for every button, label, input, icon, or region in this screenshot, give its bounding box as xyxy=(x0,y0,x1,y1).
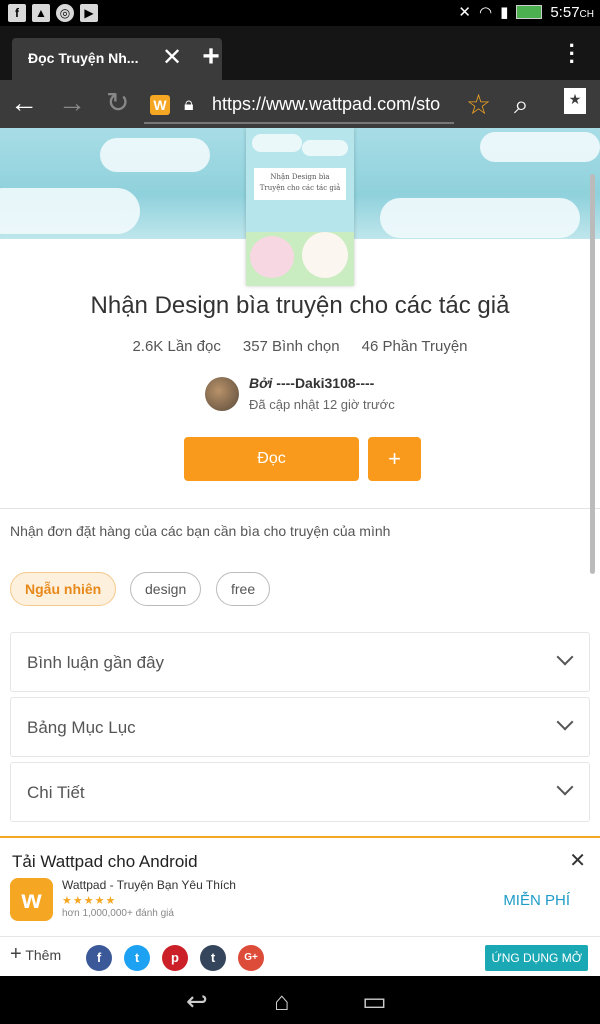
search-icon[interactable]: ⌕ xyxy=(514,89,529,121)
scrollbar[interactable] xyxy=(590,174,595,574)
page-content: Nhận Design bìa Truyện cho các tác giả N… xyxy=(0,128,600,836)
author-avatar[interactable] xyxy=(205,377,239,411)
chrome-icon: ◎ xyxy=(56,4,74,22)
rating-stars: ★★★★★ xyxy=(62,895,117,907)
parts-count: 46 Phần Truyện xyxy=(361,338,468,355)
chevron-down-icon xyxy=(556,648,574,666)
reads-count: 2.6K Lần đọc xyxy=(132,338,221,355)
close-icon[interactable]: ✕ xyxy=(569,848,586,873)
details-section[interactable]: Chi Tiết xyxy=(10,762,590,822)
bookmarks-icon[interactable]: ★ xyxy=(564,88,586,114)
votes-count: 357 Bình chọn xyxy=(242,338,340,355)
updated-time: Đã cập nhật 12 giờ trước xyxy=(249,397,395,412)
wifi-icon: ◠ xyxy=(478,4,493,21)
chevron-down-icon xyxy=(556,713,574,731)
back-arrow-icon[interactable]: ← xyxy=(10,88,38,118)
address-input[interactable]: https://www.wattpad.com/sto xyxy=(212,94,456,115)
story-title: Nhận Design bìa truyện cho các tác giả xyxy=(90,292,510,319)
divider xyxy=(0,508,600,509)
story-stats: 2.6K Lần đọc 357 Bình chọn 46 Phần Truyệ… xyxy=(0,338,600,355)
tumblr-icon[interactable]: t xyxy=(200,945,226,971)
wattpad-logo-icon[interactable]: w xyxy=(10,878,53,921)
system-nav-bar: ↩ ⌂ ▭ xyxy=(0,976,600,1024)
read-button[interactable]: Đọc xyxy=(184,437,359,481)
facebook-icon: f xyxy=(8,4,26,22)
back-icon[interactable]: ↩ xyxy=(186,986,208,1017)
google-plus-icon[interactable]: G+ xyxy=(238,945,264,971)
story-cover[interactable]: Nhận Design bìa Truyện cho các tác giả xyxy=(246,128,354,286)
cover-line-2: Truyện cho các tác giả xyxy=(259,184,341,192)
more-share-button[interactable]: + Thêm xyxy=(10,944,62,964)
author-name[interactable]: Bởi ----Daki3108---- xyxy=(249,375,374,391)
tab-title: Đọc Truyện Nh... xyxy=(28,50,139,66)
home-icon[interactable]: ⌂ xyxy=(274,986,290,1017)
section-label: Bảng Mục Lục xyxy=(27,718,136,737)
lock-icon: 🔒︎ xyxy=(184,94,194,114)
divider xyxy=(0,936,600,937)
star-icon[interactable]: ☆ xyxy=(466,88,491,121)
new-tab-button[interactable]: + xyxy=(186,36,236,80)
story-description: Nhận đơn đặt hàng của các bạn cần bìa ch… xyxy=(10,523,391,539)
author-prefix: Bởi xyxy=(249,375,273,391)
pink-sheep-image xyxy=(250,236,294,278)
cover-line-1: Nhận Design bìa xyxy=(270,173,330,181)
url-bar: ← → ↻ W 🔒︎ https://www.wattpad.com/sto ☆… xyxy=(0,80,600,128)
app-name: Wattpad - Truyện Bạn Yêu Thích xyxy=(62,878,236,892)
tag-random[interactable]: Ngẫu nhiên xyxy=(10,572,117,606)
forward-arrow-icon[interactable]: → xyxy=(58,88,86,118)
battery-icon xyxy=(516,5,543,19)
pinterest-icon[interactable]: p xyxy=(162,945,188,971)
facebook-icon[interactable]: f xyxy=(86,945,112,971)
recent-comments-section[interactable]: Bình luận gần đây xyxy=(10,632,590,692)
twitter-icon[interactable]: t xyxy=(124,945,150,971)
table-of-contents-section[interactable]: Bảng Mục Lục xyxy=(10,697,590,757)
more-label: Thêm xyxy=(25,947,62,963)
free-download-button[interactable]: MIỄN PHÍ xyxy=(503,892,570,909)
recent-apps-icon[interactable]: ▭ xyxy=(362,986,387,1017)
promo-title: Tải Wattpad cho Android xyxy=(12,852,198,871)
cover-label: Nhận Design bìa Truyện cho các tác giả xyxy=(254,168,346,200)
rating-count: hơn 1,000,000+ đánh giá xyxy=(62,908,174,919)
section-label: Bình luận gần đây xyxy=(27,653,165,672)
chevron-down-icon xyxy=(556,778,574,796)
gallery-icon: ▲ xyxy=(32,4,50,22)
mute-icon: ✕ xyxy=(458,4,471,21)
site-favicon: W xyxy=(150,95,170,115)
plus-icon: + xyxy=(10,943,22,965)
menu-icon[interactable]: · · · xyxy=(569,35,576,73)
status-bar: f ▲ ◎ ▶ ✕ ◠ ▮ 5:57CH xyxy=(0,0,600,26)
app-promo-banner: Tải Wattpad cho Android ✕ w Wattpad - Tr… xyxy=(0,836,600,976)
close-tab-icon[interactable]: ✕ xyxy=(162,46,182,70)
add-to-library-button[interactable]: + xyxy=(368,437,421,481)
play-store-icon: ▶ xyxy=(80,4,98,22)
url-underline xyxy=(144,122,454,124)
tab-strip: Đọc Truyện Nh... ✕ + · · · xyxy=(0,26,600,80)
signal-icon: ▮ xyxy=(500,4,509,21)
reload-icon[interactable]: ↻ xyxy=(106,88,129,118)
section-label: Chi Tiết xyxy=(27,783,85,802)
white-sheep-image xyxy=(302,232,348,278)
author-handle: ----Daki3108---- xyxy=(276,375,375,391)
clock: 5:57CH xyxy=(550,3,594,21)
tag-design[interactable]: design xyxy=(130,572,202,606)
open-app-button[interactable]: ỨNG DỤNG MỞ xyxy=(485,945,588,971)
tag-free[interactable]: free xyxy=(216,572,271,606)
